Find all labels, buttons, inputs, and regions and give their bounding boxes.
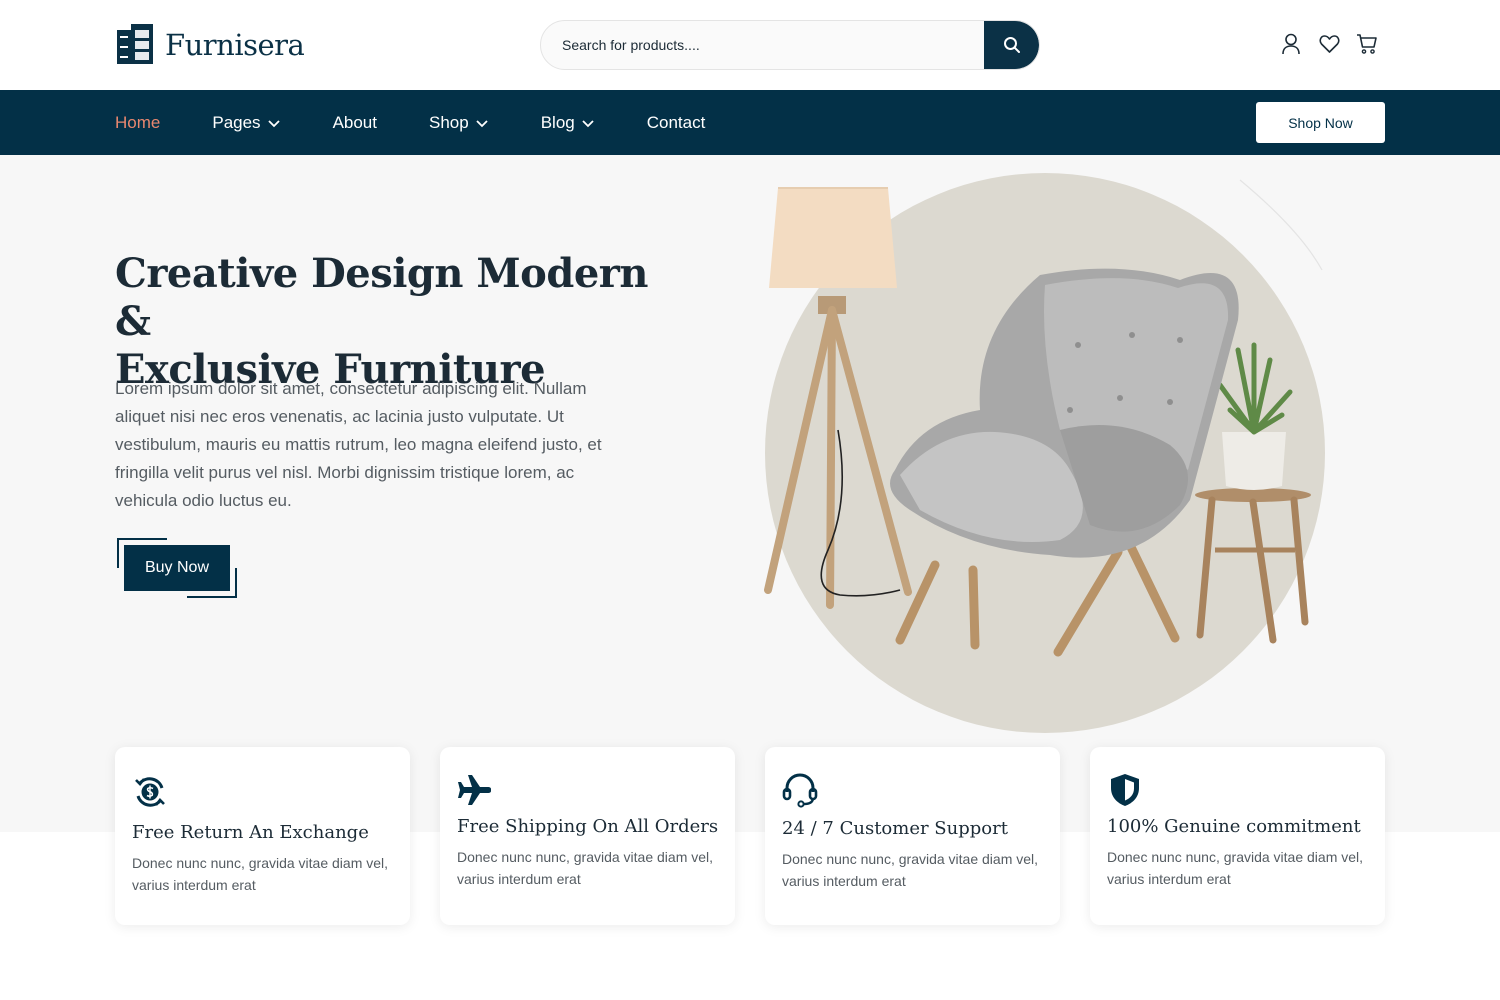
nav-item-label: Pages	[212, 112, 261, 132]
feature-description: Donec nunc nunc, gravida vitae diam vel,…	[132, 855, 389, 893]
money-exchange-icon	[135, 777, 165, 807]
airplane-icon	[458, 775, 491, 805]
wishlist-button[interactable]	[1318, 33, 1340, 55]
feature-description: Donec nunc nunc, gravida vitae diam vel,…	[1107, 849, 1364, 887]
search-bar	[540, 20, 1040, 70]
header-actions	[1280, 33, 1378, 55]
shop-now-button[interactable]: Shop Now	[1256, 102, 1385, 143]
nav-item-blog[interactable]: Blog	[541, 113, 595, 133]
hero-description: Lorem ipsum dolor sit amet, consectetur …	[115, 379, 602, 510]
feature-description: Donec nunc nunc, gravida vitae diam vel,…	[457, 849, 714, 887]
cart-button[interactable]	[1356, 33, 1378, 55]
brand-name: Furnisera	[165, 27, 305, 62]
hero-title: Creative Design Modern & Exclusive Furni…	[115, 250, 675, 394]
hero-furniture-image	[764, 173, 1325, 733]
nav-item-about[interactable]: About	[333, 113, 377, 133]
cart-icon	[1357, 34, 1377, 54]
feature-card-returns: Free Return An Exchange Donec nunc nunc,…	[115, 747, 410, 925]
buy-now-wrapper: Buy Now	[117, 538, 237, 598]
feature-title: 100% Genuine commitment	[1107, 816, 1361, 837]
buy-now-button[interactable]: Buy Now	[124, 545, 230, 591]
feature-title: Free Return An Exchange	[132, 822, 369, 843]
feature-description: Donec nunc nunc, gravida vitae diam vel,…	[782, 851, 1039, 889]
furniture-cabinet-icon	[117, 24, 153, 64]
chevron-down-icon	[476, 119, 488, 127]
site-header: Furnisera	[0, 0, 1500, 90]
nav-item-label: Blog	[540, 112, 575, 132]
heart-icon	[1318, 35, 1340, 53]
hero-title-line-1: Creative Design Modern &	[115, 250, 648, 345]
nav-item-label: About	[332, 112, 377, 132]
search-button[interactable]	[984, 21, 1039, 69]
account-button[interactable]	[1280, 33, 1302, 55]
feature-title: Free Shipping On All Orders	[457, 816, 719, 837]
chevron-down-icon	[267, 119, 280, 127]
nav-item-label: Contact	[646, 112, 706, 132]
nav-item-pages[interactable]: Pages	[212, 113, 280, 133]
shield-icon	[1111, 774, 1139, 806]
nav-item-label: Home	[115, 112, 161, 132]
feature-card-genuine: 100% Genuine commitment Donec nunc nunc,…	[1090, 747, 1385, 925]
chevron-down-icon	[582, 119, 594, 127]
search-input[interactable]	[541, 21, 986, 69]
search-icon	[1003, 37, 1020, 53]
hero-section: Creative Design Modern & Exclusive Furni…	[0, 155, 1500, 832]
feature-card-support: 24 / 7 Customer Support Donec nunc nunc,…	[765, 747, 1060, 925]
headset-icon	[782, 773, 818, 808]
nav-item-home[interactable]: Home	[115, 113, 160, 133]
user-icon	[1282, 33, 1300, 55]
feature-card-shipping: Free Shipping On All Orders Donec nunc n…	[440, 747, 735, 925]
nav-item-contact[interactable]: Contact	[647, 113, 706, 133]
nav-item-shop[interactable]: Shop	[429, 113, 489, 133]
features-row: Free Return An Exchange Donec nunc nunc,…	[115, 747, 1385, 925]
main-navigation: Home Pages About Shop Blog Contact Shop …	[0, 90, 1500, 155]
nav-item-label: Shop	[429, 112, 469, 132]
brand-logo[interactable]: Furnisera	[115, 22, 305, 67]
feature-title: 24 / 7 Customer Support	[782, 818, 1008, 839]
